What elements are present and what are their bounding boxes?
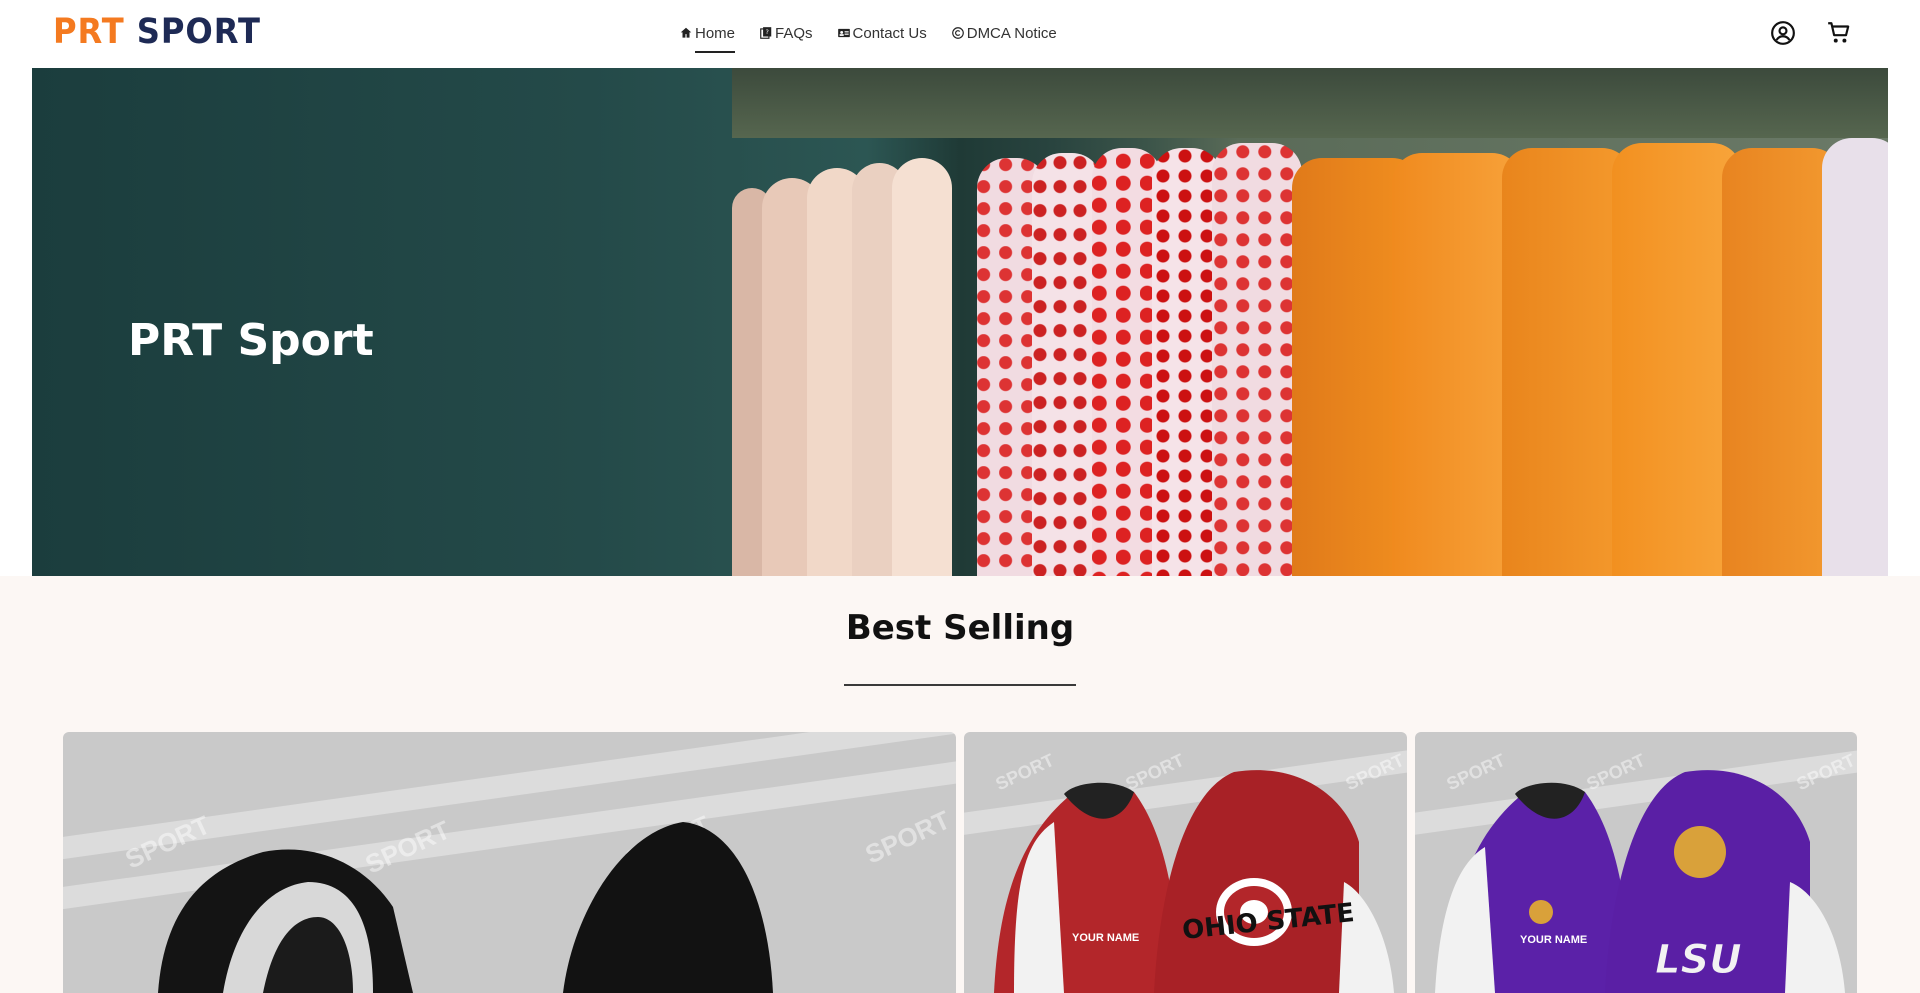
hero-garment [1212, 143, 1302, 576]
nav-item-contact[interactable]: Contact Us [837, 22, 927, 44]
product-image-purple-hoodie [1435, 770, 1845, 993]
nav-item-label: FAQs [775, 24, 813, 42]
hero-title: PRT Sport [128, 315, 374, 367]
product-image-black-hoodie [158, 822, 773, 993]
cart-icon[interactable] [1826, 20, 1852, 46]
copyright-icon [951, 27, 964, 39]
nav-item-dmca[interactable]: DMCA Notice [951, 22, 1057, 44]
home-icon [680, 27, 692, 38]
brand-logo[interactable]: PRT SPORT [53, 14, 261, 50]
hero-banner: PRT Sport [32, 68, 1888, 576]
nav-item-label: Contact Us [852, 24, 927, 42]
svg-text:?: ? [765, 28, 768, 36]
product-card[interactable]: SPORT SPORT SPORT SPORT [63, 732, 956, 993]
nav-item-label: DMCA Notice [966, 24, 1057, 42]
nav-item-faqs[interactable]: ? FAQs [759, 22, 813, 44]
product-logo-text: LSU [1655, 937, 1743, 984]
site-header: PRT SPORT Home ? FAQs Contact Us DMCA No… [0, 0, 1920, 68]
contact-card-icon [837, 28, 850, 38]
product-card[interactable]: SPORT SPORT SPORT LSU YOUR NAME [1415, 732, 1857, 993]
product-print-text: YOUR NAME [1520, 934, 1588, 946]
hero-garment [892, 158, 952, 576]
section-divider [844, 684, 1076, 686]
brand-logo-part1: PRT [53, 12, 125, 52]
header-actions [1770, 20, 1852, 46]
hero-garment [1822, 138, 1888, 576]
product-image-red-hoodie [994, 770, 1394, 993]
faq-icon: ? [760, 27, 772, 39]
hero-clothes-rail [732, 68, 1888, 138]
brand-logo-part2: SPORT [136, 12, 261, 52]
nav-item-label: Home [695, 24, 736, 42]
main-nav: Home ? FAQs Contact Us DMCA Notice [679, 22, 1057, 53]
product-card[interactable]: SPORT SPORT SPORT OHIO STATE YOUR NAME [964, 732, 1407, 993]
best-selling-title: Best Selling [845, 608, 1075, 648]
account-icon[interactable] [1770, 20, 1796, 46]
nav-item-home[interactable]: Home [679, 22, 736, 53]
product-print-text: YOUR NAME [1072, 932, 1140, 944]
